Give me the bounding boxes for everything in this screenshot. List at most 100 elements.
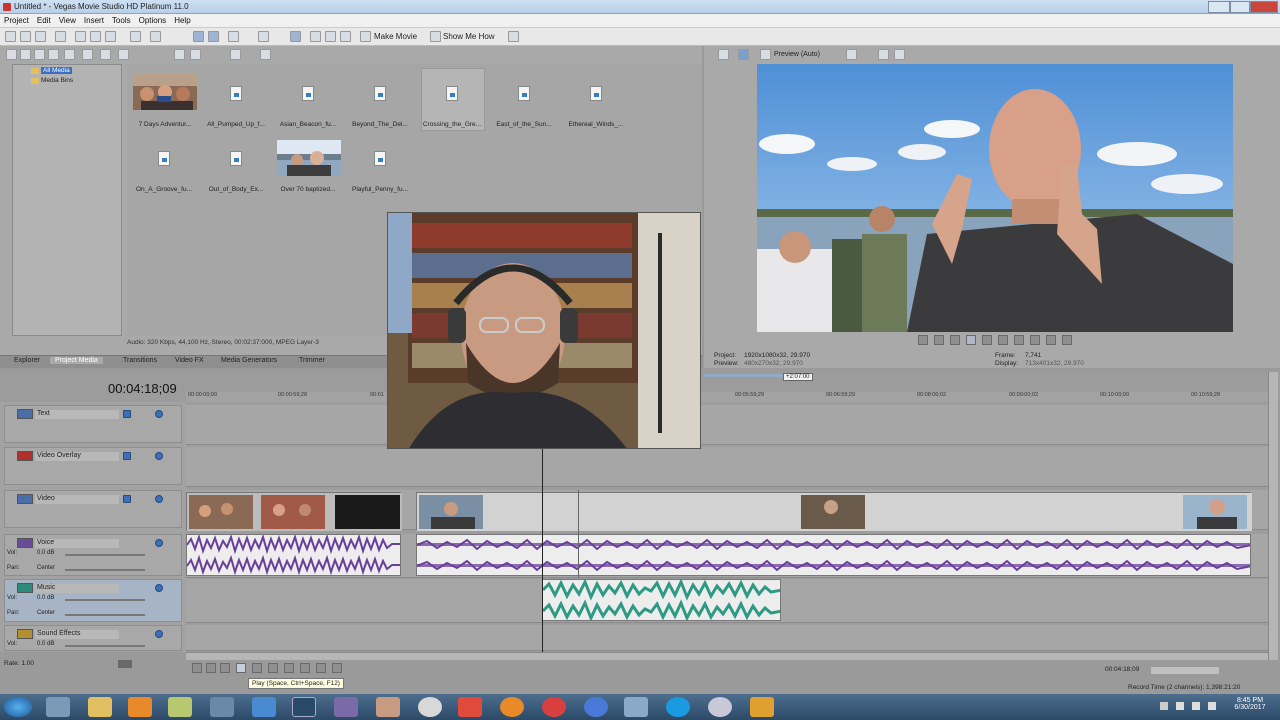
menu-edit[interactable]: Edit bbox=[33, 14, 55, 27]
network-tray-icon[interactable] bbox=[1176, 702, 1184, 710]
selection-tool-icon[interactable] bbox=[228, 31, 239, 42]
track-fx-icon[interactable] bbox=[123, 410, 131, 418]
lock-envelopes-icon[interactable] bbox=[325, 31, 336, 42]
pan-slider[interactable] bbox=[65, 569, 145, 571]
remove-media-icon[interactable] bbox=[48, 49, 59, 60]
copy-snapshot-icon[interactable] bbox=[878, 49, 889, 60]
open-icon[interactable] bbox=[20, 31, 31, 42]
solo-icon[interactable] bbox=[155, 630, 163, 638]
play-from-start-icon[interactable] bbox=[950, 335, 960, 345]
media-label[interactable]: Over 70 baptized... bbox=[273, 186, 343, 193]
media-thumbnail[interactable] bbox=[277, 140, 341, 176]
loop-icon[interactable] bbox=[934, 335, 944, 345]
media-fx-icon[interactable] bbox=[64, 49, 75, 60]
track-header-video-overlay[interactable]: Video Overlay bbox=[4, 447, 182, 485]
solo-icon[interactable] bbox=[155, 452, 163, 460]
volume-slider[interactable] bbox=[65, 554, 145, 556]
volume-slider[interactable] bbox=[65, 599, 145, 601]
menu-tools[interactable]: Tools bbox=[108, 14, 135, 27]
overlays-icon[interactable] bbox=[846, 49, 857, 60]
envelope-tool-icon[interactable] bbox=[208, 31, 219, 42]
media-label[interactable]: 7 Days Adventur... bbox=[130, 121, 200, 128]
make-movie-button[interactable]: Make Movie bbox=[374, 32, 417, 41]
tab-project-media[interactable]: Project Media bbox=[50, 357, 103, 364]
pause-icon[interactable] bbox=[252, 663, 262, 673]
track-name[interactable]: Video Overlay bbox=[35, 452, 119, 461]
redo-icon[interactable] bbox=[150, 31, 161, 42]
track-name[interactable]: Video bbox=[35, 495, 119, 504]
minimize-button[interactable] bbox=[1208, 1, 1230, 13]
volume-icon[interactable] bbox=[1192, 702, 1200, 710]
explorer-folder-icon[interactable] bbox=[88, 697, 112, 717]
stop-icon[interactable] bbox=[998, 335, 1008, 345]
go-to-start-icon[interactable] bbox=[284, 663, 294, 673]
menu-insert[interactable]: Insert bbox=[80, 14, 108, 27]
app-icon[interactable] bbox=[624, 697, 648, 717]
audio-file-icon[interactable] bbox=[518, 86, 530, 101]
lane-text[interactable] bbox=[186, 405, 1268, 445]
capture-video-icon[interactable] bbox=[20, 49, 31, 60]
zoom-tool-icon[interactable] bbox=[258, 31, 269, 42]
file-manager-icon[interactable] bbox=[46, 697, 70, 717]
audio-clip-voice[interactable] bbox=[186, 534, 401, 576]
start-button-icon[interactable] bbox=[4, 697, 32, 717]
audio-file-icon[interactable] bbox=[230, 86, 242, 101]
copy-icon[interactable] bbox=[90, 31, 101, 42]
help-icon[interactable] bbox=[508, 31, 519, 42]
close-button[interactable] bbox=[1250, 1, 1278, 13]
camera-app-icon[interactable] bbox=[292, 697, 316, 717]
ignore-grouping-icon[interactable] bbox=[340, 31, 351, 42]
network-icon[interactable] bbox=[252, 697, 276, 717]
track-fx-icon[interactable] bbox=[123, 495, 131, 503]
media-label[interactable]: Crossing_the_Gre... bbox=[417, 121, 487, 128]
time-ruler[interactable]: 00:00:00;00 00:00:59;28 00:01 00:05:59;2… bbox=[186, 392, 1268, 402]
previous-frame-icon[interactable] bbox=[1046, 335, 1056, 345]
menu-view[interactable]: View bbox=[55, 14, 80, 27]
import-media-icon[interactable] bbox=[6, 49, 17, 60]
show-me-how-button[interactable]: Show Me How bbox=[443, 32, 495, 41]
menu-project[interactable]: Project bbox=[0, 14, 33, 27]
track-header-music[interactable]: Music Vol: 0.0 dB Pan: Center bbox=[4, 579, 182, 622]
menu-help[interactable]: Help bbox=[170, 14, 194, 27]
record-icon[interactable] bbox=[918, 335, 928, 345]
play-from-start-icon[interactable] bbox=[220, 663, 230, 673]
notification-icon[interactable] bbox=[1208, 702, 1216, 710]
next-frame-icon[interactable] bbox=[1062, 335, 1072, 345]
tree-item-media-bins[interactable]: Media Bins bbox=[41, 77, 73, 84]
tab-media-generators[interactable]: Media Generators bbox=[221, 357, 277, 364]
next-frame-icon[interactable] bbox=[332, 663, 342, 673]
maximize-button[interactable] bbox=[1230, 1, 1250, 13]
skype-icon[interactable] bbox=[666, 697, 690, 717]
media-label[interactable]: On_A_Groove_fu... bbox=[129, 186, 199, 193]
track-name[interactable]: Sound Effects bbox=[35, 630, 119, 639]
play-preview-icon[interactable] bbox=[174, 49, 185, 60]
tab-explorer[interactable]: Explorer bbox=[14, 357, 40, 364]
audio-clip-music[interactable] bbox=[542, 579, 781, 621]
delete-icon[interactable] bbox=[118, 49, 129, 60]
tab-transitions[interactable]: Transitions bbox=[123, 357, 157, 364]
audio-file-icon[interactable] bbox=[590, 86, 602, 101]
rate-slider-icon[interactable] bbox=[118, 660, 132, 668]
media-label[interactable]: Beyond_The_Del... bbox=[345, 121, 415, 128]
track-fx-icon[interactable] bbox=[123, 452, 131, 460]
tree-item-all-media[interactable]: All Media bbox=[41, 67, 72, 74]
undo-icon[interactable] bbox=[130, 31, 141, 42]
save-snapshot-icon[interactable] bbox=[894, 49, 905, 60]
pan-slider[interactable] bbox=[65, 614, 145, 616]
firefox-icon[interactable] bbox=[500, 697, 524, 717]
track-header-video[interactable]: Video bbox=[4, 490, 182, 528]
paste-icon[interactable] bbox=[105, 31, 116, 42]
media-label[interactable]: All_Pumped_Up_f... bbox=[201, 121, 271, 128]
audio-file-icon[interactable] bbox=[158, 151, 170, 166]
search-icon[interactable] bbox=[260, 49, 271, 60]
video-clip[interactable] bbox=[186, 492, 402, 531]
recorder-icon[interactable] bbox=[458, 697, 482, 717]
get-media-icon[interactable] bbox=[34, 49, 45, 60]
external-monitor-icon[interactable] bbox=[738, 49, 749, 60]
tray-arrow-icon[interactable] bbox=[1160, 702, 1168, 710]
track-header-text[interactable]: Text bbox=[4, 405, 182, 443]
preview-properties-icon[interactable] bbox=[718, 49, 729, 60]
play-icon[interactable] bbox=[236, 663, 246, 673]
audio-file-icon[interactable] bbox=[374, 151, 386, 166]
timeline-tracks[interactable] bbox=[186, 402, 1268, 652]
